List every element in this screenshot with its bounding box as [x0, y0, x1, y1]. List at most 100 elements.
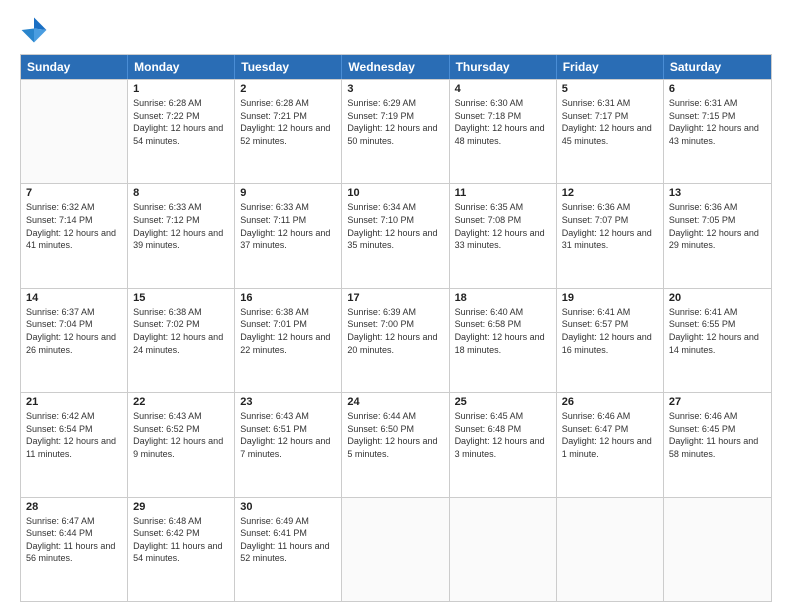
day-number: 14: [26, 292, 122, 304]
page: SundayMondayTuesdayWednesdayThursdayFrid…: [0, 0, 792, 612]
day-number: 10: [347, 187, 443, 199]
day-number: 18: [455, 292, 551, 304]
day-info: Sunrise: 6:38 AMSunset: 7:01 PMDaylight:…: [240, 306, 336, 356]
cal-week: 28 Sunrise: 6:47 AMSunset: 6:44 PMDayligh…: [21, 497, 771, 601]
day-info: Sunrise: 6:29 AMSunset: 7:19 PMDaylight:…: [347, 97, 443, 147]
calendar-header-row: SundayMondayTuesdayWednesdayThursdayFrid…: [21, 55, 771, 79]
cal-cell: [664, 498, 771, 601]
day-info: Sunrise: 6:48 AMSunset: 6:42 PMDaylight:…: [133, 515, 229, 565]
cal-header-cell: Tuesday: [235, 55, 342, 79]
cal-cell: 1 Sunrise: 6:28 AMSunset: 7:22 PMDaylight…: [128, 80, 235, 183]
cal-cell: [450, 498, 557, 601]
day-info: Sunrise: 6:32 AMSunset: 7:14 PMDaylight:…: [26, 201, 122, 251]
day-number: 20: [669, 292, 766, 304]
day-number: 19: [562, 292, 658, 304]
cal-header-cell: Thursday: [450, 55, 557, 79]
day-info: Sunrise: 6:41 AMSunset: 6:57 PMDaylight:…: [562, 306, 658, 356]
cal-cell: 18 Sunrise: 6:40 AMSunset: 6:58 PMDayligh…: [450, 289, 557, 392]
day-number: 7: [26, 187, 122, 199]
logo: [20, 16, 52, 44]
cal-cell: 22 Sunrise: 6:43 AMSunset: 6:52 PMDayligh…: [128, 393, 235, 496]
day-number: 15: [133, 292, 229, 304]
day-info: Sunrise: 6:44 AMSunset: 6:50 PMDaylight:…: [347, 410, 443, 460]
cal-cell: 6 Sunrise: 6:31 AMSunset: 7:15 PMDaylight…: [664, 80, 771, 183]
day-info: Sunrise: 6:31 AMSunset: 7:15 PMDaylight:…: [669, 97, 766, 147]
cal-week: 21Sunrise: 6:42 AMSunset: 6:54 PMDayligh…: [21, 392, 771, 496]
cal-cell: 29Sunrise: 6:48 AMSunset: 6:42 PMDayligh…: [128, 498, 235, 601]
day-info: Sunrise: 6:35 AMSunset: 7:08 PMDaylight:…: [455, 201, 551, 251]
day-info: Sunrise: 6:38 AMSunset: 7:02 PMDaylight:…: [133, 306, 229, 356]
day-info: Sunrise: 6:28 AMSunset: 7:22 PMDaylight:…: [133, 97, 229, 147]
day-info: Sunrise: 6:37 AMSunset: 7:04 PMDaylight:…: [26, 306, 122, 356]
day-info: Sunrise: 6:33 AMSunset: 7:11 PMDaylight:…: [240, 201, 336, 251]
day-number: 3: [347, 83, 443, 95]
day-info: Sunrise: 6:28 AMSunset: 7:21 PMDaylight:…: [240, 97, 336, 147]
day-info: Sunrise: 6:41 AMSunset: 6:55 PMDaylight:…: [669, 306, 766, 356]
cal-week: 1 Sunrise: 6:28 AMSunset: 7:22 PMDaylight…: [21, 79, 771, 183]
cal-cell: 10 Sunrise: 6:34 AMSunset: 7:10 PMDayligh…: [342, 184, 449, 287]
cal-cell: 9Sunrise: 6:33 AMSunset: 7:11 PMDaylight…: [235, 184, 342, 287]
day-info: Sunrise: 6:30 AMSunset: 7:18 PMDaylight:…: [455, 97, 551, 147]
day-number: 6: [669, 83, 766, 95]
cal-cell: 28 Sunrise: 6:47 AMSunset: 6:44 PMDayligh…: [21, 498, 128, 601]
day-number: 28: [26, 501, 122, 513]
day-info: Sunrise: 6:36 AMSunset: 7:05 PMDaylight:…: [669, 201, 766, 251]
cal-cell: 19 Sunrise: 6:41 AMSunset: 6:57 PMDayligh…: [557, 289, 664, 392]
cal-header-cell: Saturday: [664, 55, 771, 79]
cal-week: 14 Sunrise: 6:37 AMSunset: 7:04 PMDayligh…: [21, 288, 771, 392]
day-info: Sunrise: 6:40 AMSunset: 6:58 PMDaylight:…: [455, 306, 551, 356]
day-number: 25: [455, 396, 551, 408]
cal-cell: 20 Sunrise: 6:41 AMSunset: 6:55 PMDayligh…: [664, 289, 771, 392]
day-number: 23: [240, 396, 336, 408]
day-info: Sunrise: 6:47 AMSunset: 6:44 PMDaylight:…: [26, 515, 122, 565]
day-info: Sunrise: 6:39 AMSunset: 7:00 PMDaylight:…: [347, 306, 443, 356]
cal-cell: 24 Sunrise: 6:44 AMSunset: 6:50 PMDayligh…: [342, 393, 449, 496]
cal-cell: 15 Sunrise: 6:38 AMSunset: 7:02 PMDayligh…: [128, 289, 235, 392]
day-number: 13: [669, 187, 766, 199]
cal-cell: 21Sunrise: 6:42 AMSunset: 6:54 PMDayligh…: [21, 393, 128, 496]
cal-header-cell: Sunday: [21, 55, 128, 79]
cal-cell: 23Sunrise: 6:43 AMSunset: 6:51 PMDayligh…: [235, 393, 342, 496]
day-info: Sunrise: 6:34 AMSunset: 7:10 PMDaylight:…: [347, 201, 443, 251]
day-info: Sunrise: 6:45 AMSunset: 6:48 PMDaylight:…: [455, 410, 551, 460]
cal-header-cell: Friday: [557, 55, 664, 79]
day-number: 11: [455, 187, 551, 199]
cal-cell: 12 Sunrise: 6:36 AMSunset: 7:07 PMDayligh…: [557, 184, 664, 287]
day-number: 24: [347, 396, 443, 408]
day-info: Sunrise: 6:36 AMSunset: 7:07 PMDaylight:…: [562, 201, 658, 251]
day-number: 12: [562, 187, 658, 199]
day-number: 16: [240, 292, 336, 304]
day-info: Sunrise: 6:46 AMSunset: 6:47 PMDaylight:…: [562, 410, 658, 460]
cal-cell: 3 Sunrise: 6:29 AMSunset: 7:19 PMDaylight…: [342, 80, 449, 183]
cal-cell: [342, 498, 449, 601]
day-info: Sunrise: 6:43 AMSunset: 6:52 PMDaylight:…: [133, 410, 229, 460]
header: [20, 16, 772, 44]
cal-cell: 26 Sunrise: 6:46 AMSunset: 6:47 PMDayligh…: [557, 393, 664, 496]
day-number: 21: [26, 396, 122, 408]
day-number: 4: [455, 83, 551, 95]
day-info: Sunrise: 6:49 AMSunset: 6:41 PMDaylight:…: [240, 515, 336, 565]
day-number: 27: [669, 396, 766, 408]
day-number: 8: [133, 187, 229, 199]
day-number: 22: [133, 396, 229, 408]
cal-cell: 8 Sunrise: 6:33 AMSunset: 7:12 PMDaylight…: [128, 184, 235, 287]
cal-cell: 30 Sunrise: 6:49 AMSunset: 6:41 PMDayligh…: [235, 498, 342, 601]
cal-header-cell: Monday: [128, 55, 235, 79]
cal-week: 7 Sunrise: 6:32 AMSunset: 7:14 PMDaylight…: [21, 183, 771, 287]
day-number: 30: [240, 501, 336, 513]
cal-cell: 4 Sunrise: 6:30 AMSunset: 7:18 PMDaylight…: [450, 80, 557, 183]
day-number: 1: [133, 83, 229, 95]
cal-cell: 16 Sunrise: 6:38 AMSunset: 7:01 PMDayligh…: [235, 289, 342, 392]
logo-icon: [20, 16, 48, 44]
calendar-body: 1 Sunrise: 6:28 AMSunset: 7:22 PMDaylight…: [21, 79, 771, 601]
cal-cell: 7 Sunrise: 6:32 AMSunset: 7:14 PMDaylight…: [21, 184, 128, 287]
cal-cell: 2Sunrise: 6:28 AMSunset: 7:21 PMDaylight…: [235, 80, 342, 183]
day-info: Sunrise: 6:33 AMSunset: 7:12 PMDaylight:…: [133, 201, 229, 251]
cal-cell: 25 Sunrise: 6:45 AMSunset: 6:48 PMDayligh…: [450, 393, 557, 496]
day-number: 26: [562, 396, 658, 408]
calendar: SundayMondayTuesdayWednesdayThursdayFrid…: [20, 54, 772, 602]
day-info: Sunrise: 6:46 AMSunset: 6:45 PMDaylight:…: [669, 410, 766, 460]
cal-header-cell: Wednesday: [342, 55, 449, 79]
day-info: Sunrise: 6:31 AMSunset: 7:17 PMDaylight:…: [562, 97, 658, 147]
cal-cell: 27 Sunrise: 6:46 AMSunset: 6:45 PMDayligh…: [664, 393, 771, 496]
